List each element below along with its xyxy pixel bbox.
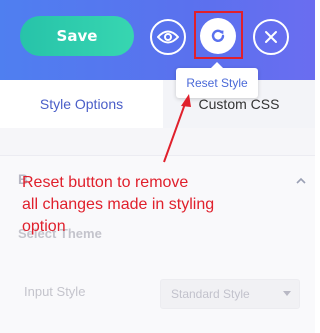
input-style-label: Input Style — [24, 284, 86, 299]
chevron-down-icon — [283, 291, 291, 296]
eye-icon — [157, 30, 179, 44]
reset-highlight-box — [194, 11, 243, 59]
annotation-text: Reset button to remove all changes made … — [22, 172, 307, 238]
tab-style-options[interactable]: Style Options — [0, 80, 163, 128]
tab-bar: Style Options Custom CSS — [0, 80, 315, 128]
input-style-select[interactable]: Standard Style — [160, 279, 300, 309]
annotation-line-1: Reset button to remove — [22, 174, 189, 191]
preview-button[interactable] — [150, 19, 186, 55]
save-button[interactable]: Save — [20, 16, 134, 56]
annotation-line-2: all changes made in styling — [22, 196, 215, 213]
input-style-value: Standard Style — [171, 287, 250, 301]
annotation-line-3: option — [22, 218, 66, 235]
reset-style-tooltip: Reset Style — [176, 62, 258, 98]
close-button[interactable] — [253, 19, 289, 55]
close-icon — [265, 31, 277, 43]
